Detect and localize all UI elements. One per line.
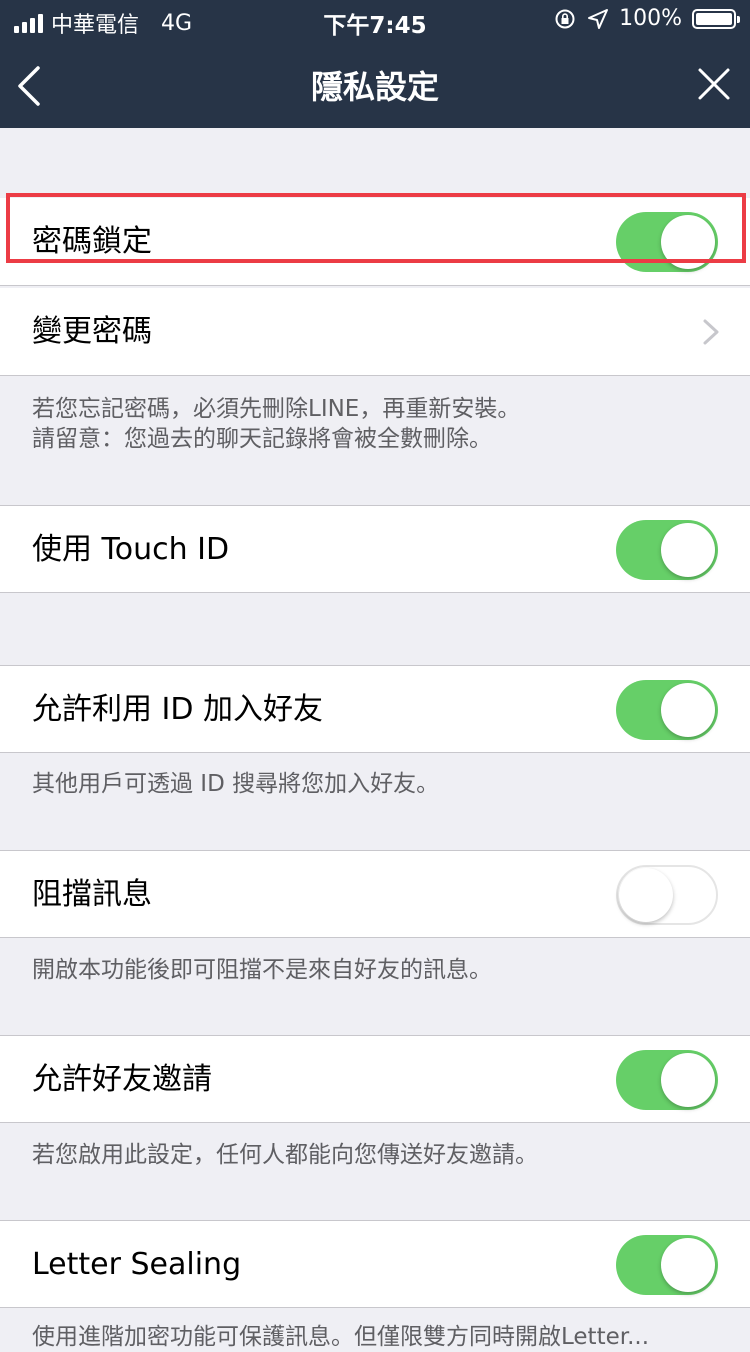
toggle-knob — [619, 868, 673, 922]
chevron-right-icon — [703, 319, 719, 345]
touch-id-label: 使用 Touch ID — [32, 532, 230, 567]
toggle-knob — [661, 1238, 715, 1292]
touch-id-toggle[interactable] — [616, 520, 718, 580]
letter-sealing-note: 使用進階加密功能可保護訊息。但僅限雙方同時開啟Letter... — [32, 1324, 650, 1350]
passcode-note: 若您忘記密碼，必須先刪除LINE，再重新安裝。 請留意：您過去的聊天記錄將會被全… — [32, 394, 722, 454]
allow-id-add-label: 允許利用 ID 加入好友 — [32, 692, 324, 727]
block-messages-label: 阻擋訊息 — [32, 877, 152, 912]
setting-row-touch-id: 使用 Touch ID — [0, 505, 750, 593]
allow-invites-toggle[interactable] — [616, 1050, 718, 1110]
page-title: 隱私設定 — [310, 68, 439, 106]
passcode-lock-toggle[interactable] — [616, 212, 718, 272]
setting-row-allow-id-add: 允許利用 ID 加入好友 — [0, 665, 750, 753]
close-icon[interactable] — [694, 64, 734, 104]
setting-row-letter-sealing: Letter Sealing — [0, 1220, 750, 1308]
battery-percent: 100% — [619, 6, 682, 31]
status-right: 100% — [553, 6, 740, 31]
passcode-note-line-1: 若您忘記密碼，必須先刪除LINE，再重新安裝。 — [32, 396, 521, 422]
setting-row-allow-invites: 允許好友邀請 — [0, 1035, 750, 1123]
block-note: 開啟本功能後即可阻擋不是來自好友的訊息。 — [32, 957, 492, 983]
setting-row-block-messages: 阻擋訊息 — [0, 850, 750, 938]
location-arrow-icon — [588, 8, 609, 29]
allow-id-note: 其他用戶可透過 ID 搜尋將您加入好友。 — [32, 771, 440, 797]
toggle-knob — [661, 683, 715, 737]
change-passcode-label: 變更密碼 — [32, 314, 152, 349]
rotation-lock-icon — [555, 9, 575, 28]
toggle-knob — [661, 523, 715, 577]
invites-note: 若您啟用此設定，任何人都能向您傳送好友邀請。 — [32, 1142, 538, 1168]
allow-invites-label: 允許好友邀請 — [32, 1062, 212, 1097]
allow-id-add-toggle[interactable] — [616, 680, 718, 740]
letter-sealing-label: Letter Sealing — [32, 1247, 242, 1282]
setting-row-passcode-lock: 密碼鎖定 — [0, 198, 750, 286]
letter-sealing-toggle[interactable] — [616, 1235, 718, 1295]
passcode-note-line-2: 請留意：您過去的聊天記錄將會被全數刪除。 — [32, 426, 492, 452]
battery-icon — [692, 8, 740, 29]
toggle-knob — [661, 1053, 715, 1107]
navigation-bar: 中華電信 4G 下午7:45 100% 隱私設定 — [0, 0, 750, 128]
toggle-knob — [661, 215, 715, 269]
setting-row-change-passcode[interactable]: 變更密碼 — [0, 288, 750, 376]
passcode-lock-label: 密碼鎖定 — [32, 224, 152, 259]
status-bar: 中華電信 4G 下午7:45 100% — [0, 0, 750, 40]
block-messages-toggle[interactable] — [616, 865, 718, 925]
